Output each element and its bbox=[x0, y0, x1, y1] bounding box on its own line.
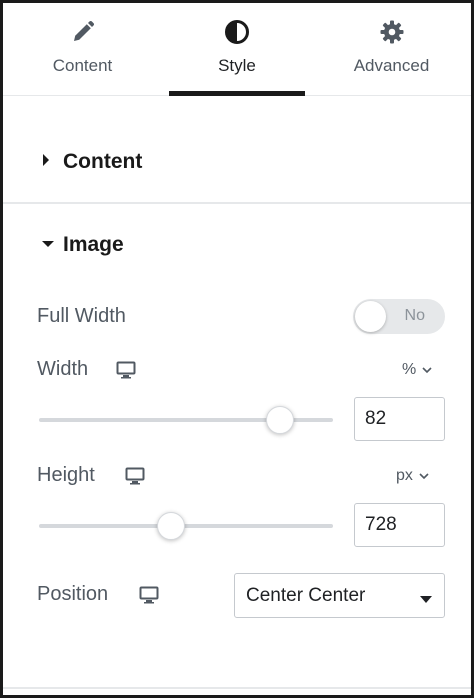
caret-down-icon bbox=[41, 236, 55, 254]
width-slider-handle[interactable] bbox=[266, 406, 295, 434]
caret-right-icon bbox=[41, 153, 51, 172]
tab-bar: Content Style Advanced bbox=[3, 3, 471, 96]
desktop-icon[interactable] bbox=[116, 361, 136, 384]
position-select[interactable]: Center Center bbox=[234, 573, 445, 618]
section-content-title: Content bbox=[63, 150, 143, 173]
width-input[interactable] bbox=[354, 397, 445, 441]
tab-style-label: Style bbox=[218, 56, 256, 75]
tab-advanced-label: Advanced bbox=[353, 56, 430, 75]
half-circle-icon bbox=[224, 17, 250, 47]
section-image-header[interactable]: Image bbox=[3, 229, 471, 261]
section-divider bbox=[3, 202, 471, 204]
height-slider-handle[interactable] bbox=[157, 512, 186, 540]
toggle-knob bbox=[355, 301, 386, 332]
width-slider[interactable] bbox=[39, 406, 333, 434]
tab-advanced[interactable]: Advanced bbox=[312, 3, 471, 95]
position-select-value: Center Center bbox=[246, 585, 366, 606]
height-input[interactable] bbox=[354, 503, 445, 547]
height-unit-selector[interactable]: px bbox=[396, 467, 429, 485]
desktop-icon[interactable] bbox=[125, 467, 145, 490]
caret-down-icon bbox=[419, 591, 433, 609]
section-content-header[interactable]: Content bbox=[3, 146, 471, 178]
height-slider[interactable] bbox=[39, 512, 333, 540]
width-unit-selector[interactable]: % bbox=[402, 361, 432, 379]
tab-content[interactable]: Content bbox=[3, 3, 162, 95]
full-width-label: Full Width bbox=[37, 305, 126, 327]
section-divider-bottom bbox=[3, 687, 471, 689]
tab-content-label: Content bbox=[52, 56, 113, 75]
pencil-icon bbox=[71, 17, 95, 47]
tab-style[interactable]: Style bbox=[162, 3, 312, 96]
chevron-down-icon bbox=[422, 361, 432, 379]
chevron-down-icon bbox=[419, 467, 429, 485]
section-image-title: Image bbox=[63, 233, 124, 256]
height-slider-track bbox=[39, 524, 333, 528]
height-unit-value: px bbox=[396, 467, 413, 484]
panel-frame: Content Style Advanced Content Image Ful… bbox=[0, 0, 474, 698]
gear-icon bbox=[379, 17, 405, 47]
width-label: Width bbox=[37, 358, 89, 380]
desktop-icon[interactable] bbox=[139, 586, 159, 609]
full-width-toggle[interactable]: No bbox=[353, 299, 445, 334]
height-label: Height bbox=[37, 464, 95, 486]
position-label: Position bbox=[37, 583, 109, 605]
width-unit-value: % bbox=[402, 361, 417, 378]
toggle-state-text: No bbox=[404, 307, 425, 324]
